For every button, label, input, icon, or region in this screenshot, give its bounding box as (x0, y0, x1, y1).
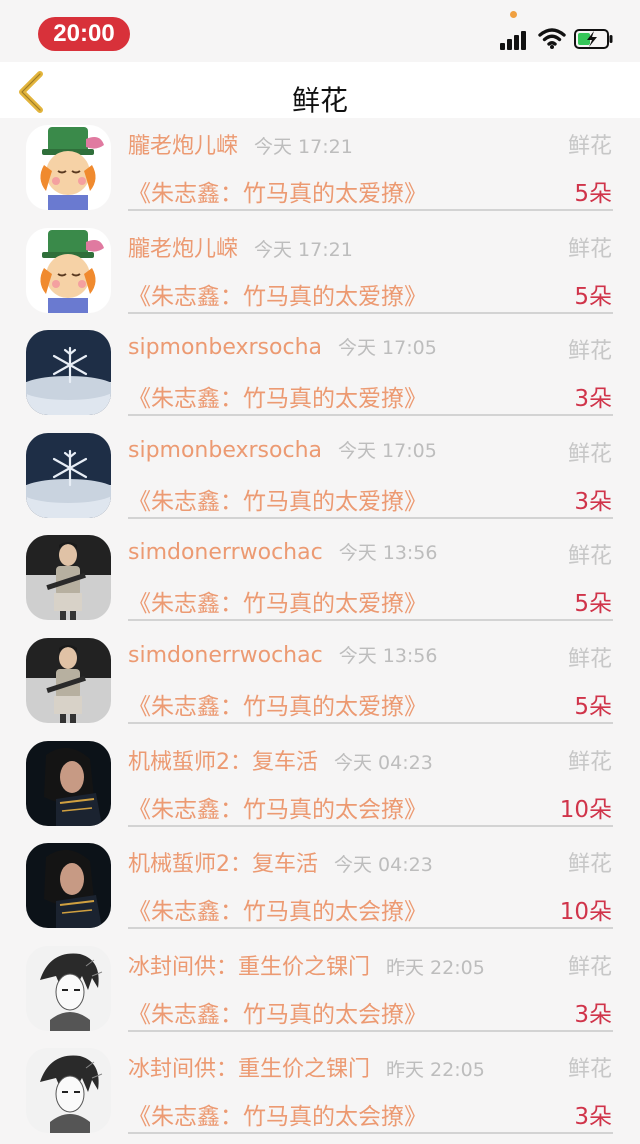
gift-record-row[interactable]: simdonerrwochac 今天 13:56 鲜花《朱志鑫：竹马真的太爱撩》 5朵 (0, 631, 640, 734)
work-title-link[interactable]: 《朱志鑫：竹马真的太会撩》 (128, 790, 427, 824)
flower-count: 10朵 (559, 899, 612, 926)
gift-record-row[interactable]: sipmonbexrsocha 今天 17:05 鲜花《朱志鑫：竹马真的太爱撩》 3朵 (0, 426, 640, 529)
gift-type-label: 鲜花 (567, 1057, 612, 1083)
wifi-icon (538, 28, 566, 49)
user-avatar[interactable] (26, 1048, 111, 1133)
flower-count: 5朵 (574, 693, 612, 720)
user-avatar[interactable] (26, 228, 111, 313)
user-avatar[interactable] (26, 843, 111, 928)
flower-count: 3朵 (574, 1001, 612, 1028)
gift-record-row[interactable]: 冰封间供：重生价之锞门 昨天 22:05 鲜花《朱志鑫：竹马真的太会撩》 3朵 (0, 1041, 640, 1144)
sender-name-text[interactable]: simdonerrwochac (128, 540, 323, 565)
flower-count: 5朵 (574, 283, 612, 310)
row-divider (128, 516, 613, 519)
gift-type-label: 鲜花 (567, 134, 612, 159)
sender-name[interactable]: 冰封间供：重生价之锞门 昨天 22:05 (128, 1051, 485, 1083)
gift-type-label: 鲜花 (567, 441, 612, 467)
gift-time: 今天 17:05 (338, 337, 437, 360)
status-time: 20:00 (38, 17, 130, 51)
gift-time: 今天 13:56 (338, 644, 438, 667)
flower-gift-list: 朧老炮儿嵘 今天 17:21 鲜花 《朱志鑫：竹马真的太爱撩》 5朵 朧老炮儿嵘 今天 17… (0, 118, 640, 1144)
page-title: 鲜花 (291, 84, 348, 117)
gift-record-row[interactable]: 机械蜇师2：复车活 今天 04:23 鲜花《朱志鑫：竹马真的太会撩》 10朵 (0, 836, 640, 939)
sender-name[interactable]: 机械蜇师2：复车活 今天 04:23 (128, 846, 433, 878)
flower-count: 5朵 (574, 181, 612, 207)
gift-time: 今天 13:56 (338, 542, 438, 565)
gift-type-label: 鲜花 (567, 236, 612, 262)
flower-count: 5朵 (574, 591, 612, 618)
gift-time: 今天 04:23 (334, 854, 433, 877)
sender-name[interactable]: 机械蜇师2：复车活 今天 04:23 (128, 744, 433, 776)
work-title-link[interactable]: 《朱志鑫：竹马真的太爱撩》 (128, 482, 427, 516)
sender-name-text[interactable]: 冰封间供：重生价之锞门 (128, 955, 370, 980)
battery-charging-icon (574, 29, 613, 49)
sender-name[interactable]: 朧老炮儿嵘 今天 17:21 (128, 231, 353, 263)
row-divider (128, 721, 613, 724)
gift-record-row[interactable]: sipmonbexrsocha 今天 17:05 鲜花《朱志鑫：竹马真的太爱撩》 3朵 (0, 323, 640, 426)
user-avatar[interactable] (26, 946, 111, 1031)
gift-time: 今天 04:23 (334, 751, 433, 774)
row-divider (128, 619, 613, 622)
sender-name[interactable]: sipmonbexrsocha 今天 17:05 (128, 333, 437, 360)
row-divider (128, 927, 613, 930)
work-title-link[interactable]: 《朱志鑫：竹马真的太爱撩》 (128, 584, 427, 618)
gift-record-row[interactable]: 机械蜇师2：复车活 今天 04:23 鲜花《朱志鑫：竹马真的太会撩》 10朵 (0, 734, 640, 837)
sender-name-text[interactable]: 冰封间供：重生价之锞门 (128, 1057, 370, 1082)
sender-name-text[interactable]: 朧老炮儿嵘 (128, 134, 238, 159)
flower-count: 3朵 (574, 386, 612, 413)
sender-name-text[interactable]: simdonerrwochac (128, 643, 323, 668)
gift-type-label: 鲜花 (567, 852, 612, 878)
status-bar: 20:00 (0, 0, 640, 62)
sender-name[interactable]: simdonerrwochac 今天 13:56 (128, 641, 437, 668)
user-avatar[interactable] (26, 433, 111, 518)
gift-type-label: 鲜花 (567, 749, 612, 775)
gift-type-label: 鲜花 (567, 646, 612, 672)
sender-name[interactable]: sipmonbexrsocha 今天 17:05 (128, 436, 437, 463)
flower-count: 3朵 (574, 1104, 612, 1131)
gift-record-row[interactable]: 冰封间供：重生价之锞门 昨天 22:05 鲜花《朱志鑫：竹马真的太会撩》 3朵 (0, 939, 640, 1042)
gift-type-label: 鲜花 (567, 544, 612, 570)
gift-time: 昨天 22:05 (386, 1059, 485, 1082)
gift-record-row[interactable]: simdonerrwochac 今天 13:56 鲜花《朱志鑫：竹马真的太爱撩》 5朵 (0, 528, 640, 631)
sender-name-text[interactable]: 机械蜇师2：复车活 (128, 852, 318, 877)
gift-time: 今天 17:21 (254, 238, 353, 261)
work-title-link[interactable]: 《朱志鑫：竹马真的太爱撩》 (128, 277, 427, 311)
gift-record-row[interactable]: 朧老炮儿嵘 今天 17:21 鲜花《朱志鑫：竹马真的太爱撩》 5朵 (0, 221, 640, 324)
gift-record-row[interactable]: 朧老炮儿嵘 今天 17:21 鲜花《朱志鑫：竹马真的太爱撩》 5朵 (0, 118, 640, 221)
gift-time: 今天 17:21 (254, 136, 353, 158)
cellular-signal-icon (500, 28, 532, 50)
flower-count: 3朵 (574, 488, 612, 515)
flower-count: 10朵 (559, 796, 612, 823)
work-title-link[interactable]: 《朱志鑫：竹马真的太会撩》 (128, 892, 427, 926)
row-divider (128, 824, 613, 827)
gift-type-label: 鲜花 (567, 954, 612, 980)
user-avatar[interactable] (26, 535, 111, 620)
sender-name-text[interactable]: sipmonbexrsocha (128, 335, 322, 360)
work-title-link[interactable]: 《朱志鑫：竹马真的太爱撩》 (128, 379, 427, 413)
gift-time: 今天 17:05 (338, 439, 437, 462)
row-divider (128, 1132, 613, 1135)
sender-name-text[interactable]: 朧老炮儿嵘 (128, 237, 238, 262)
user-avatar[interactable] (26, 125, 111, 210)
gift-type-label: 鲜花 (567, 339, 612, 365)
sender-name[interactable]: simdonerrwochac 今天 13:56 (128, 538, 437, 565)
user-avatar[interactable] (26, 330, 111, 415)
row-divider (128, 1029, 613, 1032)
user-avatar[interactable] (26, 638, 111, 723)
work-title-link[interactable]: 《朱志鑫：竹马真的太爱撩》 (128, 687, 427, 721)
row-divider (128, 311, 613, 314)
sender-name-text[interactable]: 机械蜇师2：复车活 (128, 750, 318, 775)
privacy-indicator-icon (510, 11, 517, 18)
user-avatar[interactable] (26, 741, 111, 826)
sender-name[interactable]: 冰封间供：重生价之锞门 昨天 22:05 (128, 949, 485, 981)
work-title-link[interactable]: 《朱志鑫：竹马真的太会撩》 (128, 995, 427, 1029)
row-divider (128, 414, 613, 417)
sender-name-text[interactable]: sipmonbexrsocha (128, 438, 322, 463)
sender-name[interactable]: 朧老炮儿嵘 今天 17:21 (128, 128, 353, 160)
gift-time: 昨天 22:05 (386, 956, 485, 979)
work-title-link[interactable]: 《朱志鑫：竹马真的太爱撩》 (128, 174, 427, 208)
row-divider (128, 209, 613, 211)
work-title-link[interactable]: 《朱志鑫：竹马真的太会撩》 (128, 1097, 427, 1131)
